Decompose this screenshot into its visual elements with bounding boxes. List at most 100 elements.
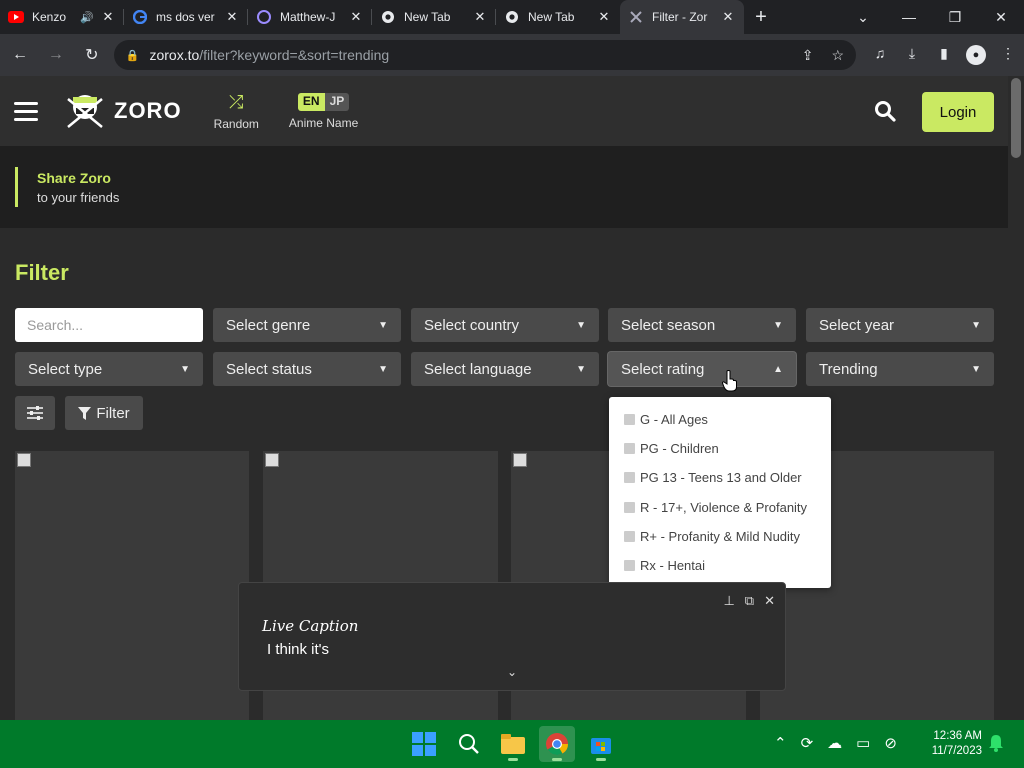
close-tab-icon[interactable]: ✕ [596, 9, 612, 25]
chevron-up-icon[interactable]: ⌃ [774, 734, 787, 752]
network-icon[interactable]: ▭ [856, 734, 870, 752]
chrome-icon [504, 9, 520, 25]
tab-filter-zoro[interactable]: Filter - Zor ✕ [620, 0, 744, 34]
tab-matthew[interactable]: Matthew-J ✕ [248, 0, 372, 34]
tab-title: Matthew-J [280, 10, 336, 24]
select-season[interactable]: Select season ▼ [608, 308, 796, 342]
chevron-down-icon: ▼ [971, 363, 981, 375]
notification-bell-icon[interactable] [988, 734, 1004, 757]
select-type[interactable]: Select type ▼ [15, 352, 203, 386]
site-header: ZORO ⤮ Random EN JP Anime Name Login [0, 76, 1008, 146]
select-status[interactable]: Select status ▼ [213, 352, 401, 386]
rating-option[interactable]: Rx - Hentai [609, 551, 831, 580]
site-logo[interactable]: ZORO [64, 91, 182, 131]
checkbox[interactable] [624, 560, 635, 572]
close-tab-icon[interactable]: ✕ [348, 9, 364, 25]
close-tab-icon[interactable]: ✕ [100, 9, 116, 25]
sync-icon[interactable]: ⟳ [801, 734, 814, 752]
back-button[interactable]: ← [4, 39, 36, 71]
select-sort[interactable]: Trending ▼ [806, 352, 994, 386]
filter-settings-button[interactable] [15, 396, 55, 430]
rating-dropdown: G - All Ages PG - Children PG 13 - Teens… [609, 397, 831, 588]
minimize-button[interactable]: — [886, 0, 932, 34]
select-year[interactable]: Select year ▼ [806, 308, 994, 342]
rating-option[interactable]: R - 17+, Violence & Profanity [609, 493, 831, 522]
tab-title: New Tab [528, 10, 575, 24]
expand-icon[interactable]: ⧉ [745, 593, 754, 609]
random-link[interactable]: ⤮ Random [214, 91, 259, 131]
microsoft-store[interactable] [583, 726, 619, 762]
close-tab-icon[interactable]: ✕ [224, 9, 240, 25]
login-button[interactable]: Login [922, 92, 994, 132]
random-label: Random [213, 117, 259, 131]
reload-button[interactable]: ↻ [76, 39, 108, 71]
tab-search-icon[interactable]: ⌄ [840, 0, 886, 34]
sliders-icon [27, 406, 43, 420]
taskbar-search[interactable] [451, 726, 487, 762]
anime-card[interactable] [15, 451, 249, 720]
rating-option[interactable]: G - All Ages [609, 405, 831, 434]
checkbox[interactable] [624, 501, 635, 513]
chevron-down-icon: ▼ [971, 319, 981, 331]
select-genre[interactable]: Select genre ▼ [213, 308, 401, 342]
chevron-down-icon: ▼ [576, 363, 586, 375]
chrome-icon [546, 733, 568, 755]
hamburger-menu-icon[interactable] [14, 101, 38, 121]
scrollbar-thumb[interactable] [1011, 78, 1021, 158]
select-rating[interactable]: Select rating ▲ [608, 352, 796, 386]
pin-icon[interactable]: ⊥ [723, 593, 734, 609]
zoro-icon [628, 9, 644, 25]
forward-button[interactable]: → [40, 39, 72, 71]
checkbox[interactable] [624, 443, 635, 455]
tab-new-2[interactable]: New Tab ✕ [496, 0, 620, 34]
volume-muted-icon[interactable]: ⊘ [884, 734, 897, 752]
lang-en[interactable]: EN [297, 92, 325, 111]
funnel-icon [78, 406, 92, 420]
tab-youtube[interactable]: Kenzo 🔊 ✕ [0, 0, 124, 34]
lang-jp[interactable]: JP [324, 92, 350, 111]
side-panel-icon[interactable]: ▮ [928, 45, 960, 65]
download-icon[interactable]: ⤓ [896, 45, 928, 65]
search-icon[interactable] [874, 100, 896, 127]
store-icon [591, 738, 611, 754]
tab-google[interactable]: ms dos ver ✕ [124, 0, 248, 34]
start-button[interactable] [406, 726, 442, 762]
chevron-down-icon[interactable]: ⌄ [507, 665, 517, 679]
system-clock[interactable]: 12:36 AM 11/7/2023 [920, 729, 982, 759]
share-subtitle: to your friends [37, 190, 120, 205]
language-toggle[interactable]: EN JP [297, 92, 350, 111]
shuffle-icon: ⤮ [229, 92, 244, 112]
rating-option[interactable]: PG - Children [609, 434, 831, 463]
address-bar[interactable]: 🔒 zorox.to/filter?keyword=&sort=trending… [113, 40, 856, 70]
share-icon[interactable]: ⇪ [802, 47, 814, 64]
close-tab-icon[interactable]: ✕ [720, 9, 736, 25]
checkbox[interactable] [624, 414, 635, 426]
bookmark-star-icon[interactable]: ☆ [831, 47, 844, 64]
profile-avatar[interactable]: ● [966, 45, 986, 65]
speaker-icon[interactable]: 🔊 [80, 11, 94, 24]
broken-image-icon [513, 453, 527, 467]
select-country[interactable]: Select country ▼ [411, 308, 599, 342]
tab-new-1[interactable]: New Tab ✕ [372, 0, 496, 34]
google-icon [132, 9, 148, 25]
new-tab-button[interactable]: + [744, 0, 778, 34]
media-control-icon[interactable]: ♫ [864, 45, 896, 65]
chrome-taskbar[interactable] [539, 726, 575, 762]
checkbox[interactable] [624, 530, 635, 542]
cloud-icon[interactable]: ☁ [827, 734, 842, 752]
file-explorer[interactable] [495, 726, 531, 762]
close-window-button[interactable]: ✕ [978, 0, 1024, 34]
restore-button[interactable]: ❐ [932, 0, 978, 34]
anime-name-toggle[interactable]: EN JP Anime Name [289, 92, 358, 130]
folder-icon [501, 734, 525, 754]
rating-option[interactable]: R+ - Profanity & Mild Nudity [609, 522, 831, 551]
select-language[interactable]: Select language ▼ [411, 352, 599, 386]
menu-kebab-icon[interactable]: ⋮ [992, 45, 1024, 65]
keyword-search-input[interactable] [15, 308, 203, 342]
checkbox[interactable] [624, 472, 635, 484]
close-tab-icon[interactable]: ✕ [472, 9, 488, 25]
apply-filter-button[interactable]: Filter [65, 396, 143, 430]
rating-option[interactable]: PG 13 - Teens 13 and Older [609, 463, 831, 492]
page-scrollbar[interactable] [1008, 76, 1024, 720]
close-icon[interactable]: ✕ [764, 593, 775, 609]
